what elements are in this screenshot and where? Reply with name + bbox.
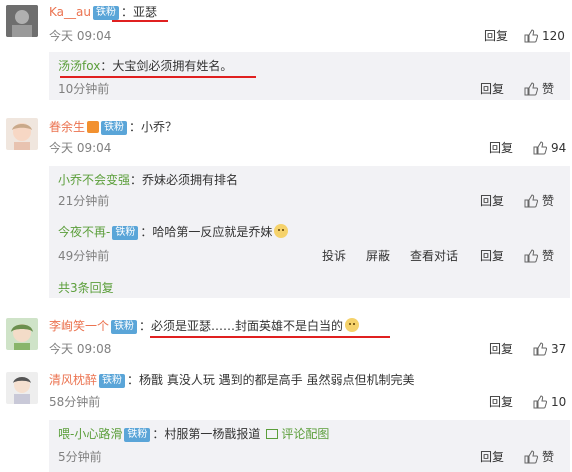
comment-username[interactable]: Ka__au bbox=[49, 5, 91, 19]
reply-username[interactable]: 今夜不再- bbox=[58, 225, 110, 239]
emoji-icon bbox=[274, 224, 289, 238]
comment-time: 58分钟前 bbox=[49, 395, 101, 409]
like-button[interactable]: 94 bbox=[533, 140, 566, 156]
image-icon bbox=[266, 429, 279, 439]
like-button[interactable]: 赞 bbox=[524, 81, 554, 97]
member-badge-icon bbox=[87, 121, 100, 133]
like-count: 37 bbox=[551, 342, 567, 356]
reply-button[interactable]: 回复 bbox=[484, 28, 508, 44]
more-replies-link[interactable]: 共3条回复 bbox=[58, 279, 114, 296]
reply-button[interactable]: 回复 bbox=[480, 81, 504, 97]
comment-line: 清风枕醉 铁粉 ：杨戬 真没人玩 遇到的都是高手 虽然弱点但机制完美 bbox=[49, 371, 414, 389]
reply-line: 今夜不再- 铁粉 ：哈哈第一反应就是乔妹 bbox=[58, 223, 289, 241]
reply-time: 49分钟前 bbox=[58, 249, 110, 263]
fan-badge: 铁粉 bbox=[124, 428, 151, 442]
reply-button[interactable]: 回复 bbox=[480, 193, 504, 209]
like-button[interactable]: 10 bbox=[533, 394, 566, 410]
thumbs-up-icon bbox=[524, 249, 539, 263]
comment-text: ：小乔？ bbox=[129, 120, 178, 134]
thumbs-up-icon bbox=[524, 29, 539, 43]
like-count: 94 bbox=[551, 141, 567, 155]
avatar-image bbox=[6, 5, 38, 37]
like-button[interactable]: 赞 bbox=[524, 193, 554, 209]
comment-line: 李峋笑一个 铁粉 ：必须是亚瑟……封面英雄不是白当的 bbox=[49, 317, 360, 335]
like-button[interactable]: 赞 bbox=[524, 248, 554, 264]
like-label: 赞 bbox=[542, 82, 555, 96]
reply-username[interactable]: 小乔不会变强 bbox=[58, 173, 130, 187]
avatar[interactable] bbox=[6, 5, 38, 37]
like-label: 赞 bbox=[542, 194, 555, 208]
comment-text: ：杨戬 真没人玩 遇到的都是高手 虽然弱点但机制完美 bbox=[127, 373, 415, 387]
reply-time: 5分钟前 bbox=[58, 450, 102, 464]
fan-badge: 铁粉 bbox=[111, 320, 138, 334]
thumbs-up-icon bbox=[524, 82, 539, 96]
comment-time: 今天 09:04 bbox=[49, 141, 112, 155]
thumbs-up-icon bbox=[533, 395, 548, 409]
thumbs-up-icon bbox=[533, 141, 548, 155]
annotation-underline bbox=[60, 76, 256, 78]
thumbs-up-icon bbox=[533, 342, 548, 356]
reply-button[interactable]: 回复 bbox=[489, 394, 513, 410]
avatar[interactable] bbox=[6, 118, 38, 150]
reply-button[interactable]: 回复 bbox=[489, 140, 513, 156]
comment-line: Ka__au 铁粉 ：亚瑟 bbox=[49, 3, 157, 21]
like-count: 10 bbox=[551, 395, 567, 409]
avatar[interactable] bbox=[6, 372, 38, 404]
like-button[interactable]: 37 bbox=[533, 341, 566, 357]
reply-text: ：村服第一杨戬报道 bbox=[152, 427, 261, 441]
reply-button[interactable]: 回复 bbox=[489, 341, 513, 357]
thumbs-up-icon bbox=[524, 450, 539, 464]
comment-item: 李峋笑一个 铁粉 ：必须是亚瑟……封面英雄不是白当的 今天 09:08 回复 37 bbox=[0, 312, 572, 358]
like-button[interactable]: 120 bbox=[524, 28, 565, 44]
like-label: 赞 bbox=[542, 249, 555, 263]
fan-badge: 铁粉 bbox=[101, 121, 128, 135]
reply-text: ：乔妹必须拥有排名 bbox=[130, 173, 239, 187]
reply-line: 汤汤fox：大宝剑必须拥有姓名。 bbox=[58, 57, 232, 75]
reply-username[interactable]: 喂-小心路滑 bbox=[58, 427, 122, 441]
fan-badge: 铁粉 bbox=[99, 374, 126, 388]
comment-time: 今天 09:04 bbox=[49, 29, 112, 43]
comment-text: ：亚瑟 bbox=[120, 5, 157, 19]
avatar-image bbox=[6, 372, 38, 404]
annotation-underline bbox=[150, 336, 390, 338]
view-dialog-button[interactable]: 查看对话 bbox=[410, 248, 458, 264]
reply-username[interactable]: 汤汤fox bbox=[58, 59, 100, 73]
reply-line: 小乔不会变强：乔妹必须拥有排名 bbox=[58, 171, 238, 189]
reply-time: 10分钟前 bbox=[58, 82, 110, 96]
comment-line: 眷余生 铁粉 ：小乔？ bbox=[49, 118, 177, 136]
like-count: 120 bbox=[542, 29, 565, 43]
avatar[interactable] bbox=[6, 318, 38, 350]
avatar-image bbox=[6, 318, 38, 350]
comment-item: 眷余生 铁粉 ：小乔？ 今天 09:04 回复 94 bbox=[0, 112, 572, 158]
comment-time: 今天 09:08 bbox=[49, 342, 112, 356]
like-label: 赞 bbox=[542, 450, 555, 464]
reply-button[interactable]: 回复 bbox=[480, 248, 504, 264]
comment-item: Ka__au 铁粉 ：亚瑟 今天 09:04 回复 120 bbox=[0, 0, 572, 46]
complain-button[interactable]: 投诉 bbox=[322, 248, 346, 264]
fan-badge: 铁粉 bbox=[92, 6, 119, 20]
comment-item: 清风枕醉 铁粉 ：杨戬 真没人玩 遇到的都是高手 虽然弱点但机制完美 58分钟前 回… bbox=[0, 366, 572, 412]
block-button[interactable]: 屏蔽 bbox=[366, 248, 390, 264]
comment-text: ：必须是亚瑟……封面英雄不是白当的 bbox=[139, 319, 344, 333]
comment-username[interactable]: 眷余生 bbox=[49, 120, 85, 134]
comment-username[interactable]: 李峋笑一个 bbox=[49, 319, 109, 333]
reply-button[interactable]: 回复 bbox=[480, 449, 504, 465]
thumbs-up-icon bbox=[524, 194, 539, 208]
fan-badge: 铁粉 bbox=[112, 226, 139, 240]
annotation-underline bbox=[112, 20, 168, 22]
emoji-icon bbox=[345, 318, 360, 332]
reply-text: ：大宝剑必须拥有姓名。 bbox=[100, 59, 233, 73]
reply-time: 21分钟前 bbox=[58, 194, 110, 208]
comment-pic-link[interactable]: 评论配图 bbox=[281, 427, 329, 441]
like-button[interactable]: 赞 bbox=[524, 449, 554, 465]
reply-text: ：哈哈第一反应就是乔妹 bbox=[140, 225, 273, 239]
reply-line: 喂-小心路滑 铁粉 ：村服第一杨戬报道 评论配图 bbox=[58, 425, 329, 443]
avatar-image bbox=[6, 118, 38, 150]
comment-username[interactable]: 清风枕醉 bbox=[49, 373, 97, 387]
